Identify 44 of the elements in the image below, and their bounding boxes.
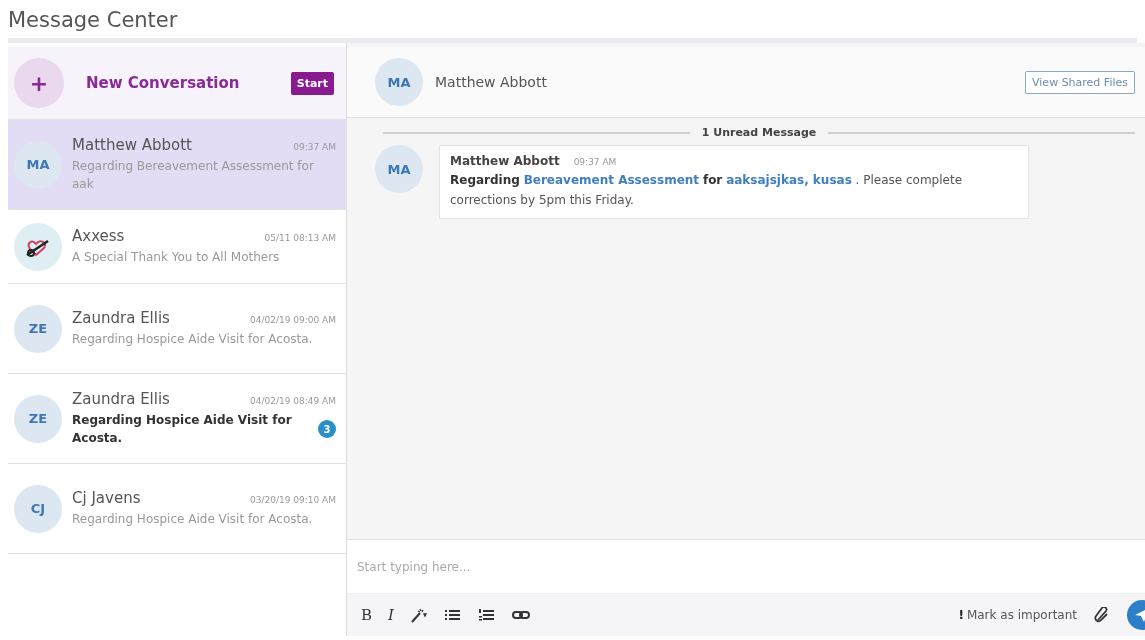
contact-name: Axxess xyxy=(72,227,125,245)
sender-name: Matthew Abbott xyxy=(450,154,560,168)
mark-as-important-button[interactable]: ! Mark as important xyxy=(958,608,1077,622)
message-preview: Regarding Hospice Aide Visit for Acosta. xyxy=(72,331,314,348)
timestamp: 04/02/19 09:00 AM xyxy=(250,315,336,325)
message-preview: Regarding Hospice Aide Visit for Acosta. xyxy=(72,412,293,447)
message-preview: A Special Thank You to All Mothers xyxy=(72,249,281,266)
numbered-list-icon[interactable] xyxy=(477,607,496,623)
view-shared-files-button[interactable]: View Shared Files xyxy=(1025,70,1135,94)
start-button[interactable]: Start xyxy=(290,71,334,95)
timestamp: 05/11 08:13 AM xyxy=(264,233,336,243)
unread-count-badge: 3 xyxy=(318,420,336,438)
avatar: ZE xyxy=(14,394,62,443)
message-preview: Regarding Hospice Aide Visit for Acosta. xyxy=(72,511,314,528)
avatar: MA xyxy=(14,140,62,189)
bullet-list-icon[interactable] xyxy=(443,607,462,623)
contact-name: Matthew Abbott xyxy=(72,136,192,154)
message-link[interactable]: Bereavement Assessment xyxy=(523,173,700,187)
timestamp: 09:37 AM xyxy=(293,142,336,152)
timestamp: 03/20/19 09:10 AM xyxy=(250,495,336,505)
contact-name: Matthew Abbott xyxy=(435,74,548,90)
contact-name: Cj Javens xyxy=(72,489,141,507)
contact-name: Zaundra Ellis xyxy=(72,309,170,327)
new-conversation-label: New Conversation xyxy=(86,74,241,92)
avatar: ZE xyxy=(14,304,62,353)
page-title: Message Center xyxy=(7,7,179,34)
unread-divider-label: 1 Unread Message xyxy=(701,126,817,139)
conversation-item[interactable]: MA Matthew Abbott 09:37 AM Regarding Bereavement Assessment for aak xyxy=(8,120,346,210)
timestamp: 09:37 AM xyxy=(573,157,617,167)
message-link[interactable]: aaksajsjkas, kusas xyxy=(726,173,852,187)
avatar: MA xyxy=(375,58,423,106)
message-preview: Regarding Bereavement Assessment for aak xyxy=(72,158,315,193)
bold-button[interactable]: B xyxy=(361,606,373,624)
paperclip-icon[interactable] xyxy=(1093,607,1111,623)
magic-wand-icon[interactable] xyxy=(409,607,428,623)
avatar: MA xyxy=(375,145,423,193)
message-input[interactable]: Start typing here... xyxy=(347,539,1145,593)
timestamp: 04/02/19 08:49 AM xyxy=(250,396,336,406)
heart-logo-icon xyxy=(14,222,62,271)
italic-button[interactable]: I xyxy=(388,606,394,624)
contact-name: Zaundra Ellis xyxy=(72,390,170,408)
plus-icon[interactable]: + xyxy=(14,58,64,108)
message-text: Regarding Bereavement Assessment for aaksajsjkas, kusas . Please complete corrections by 5pm this Friday. xyxy=(450,172,964,209)
avatar: CJ xyxy=(14,484,62,533)
